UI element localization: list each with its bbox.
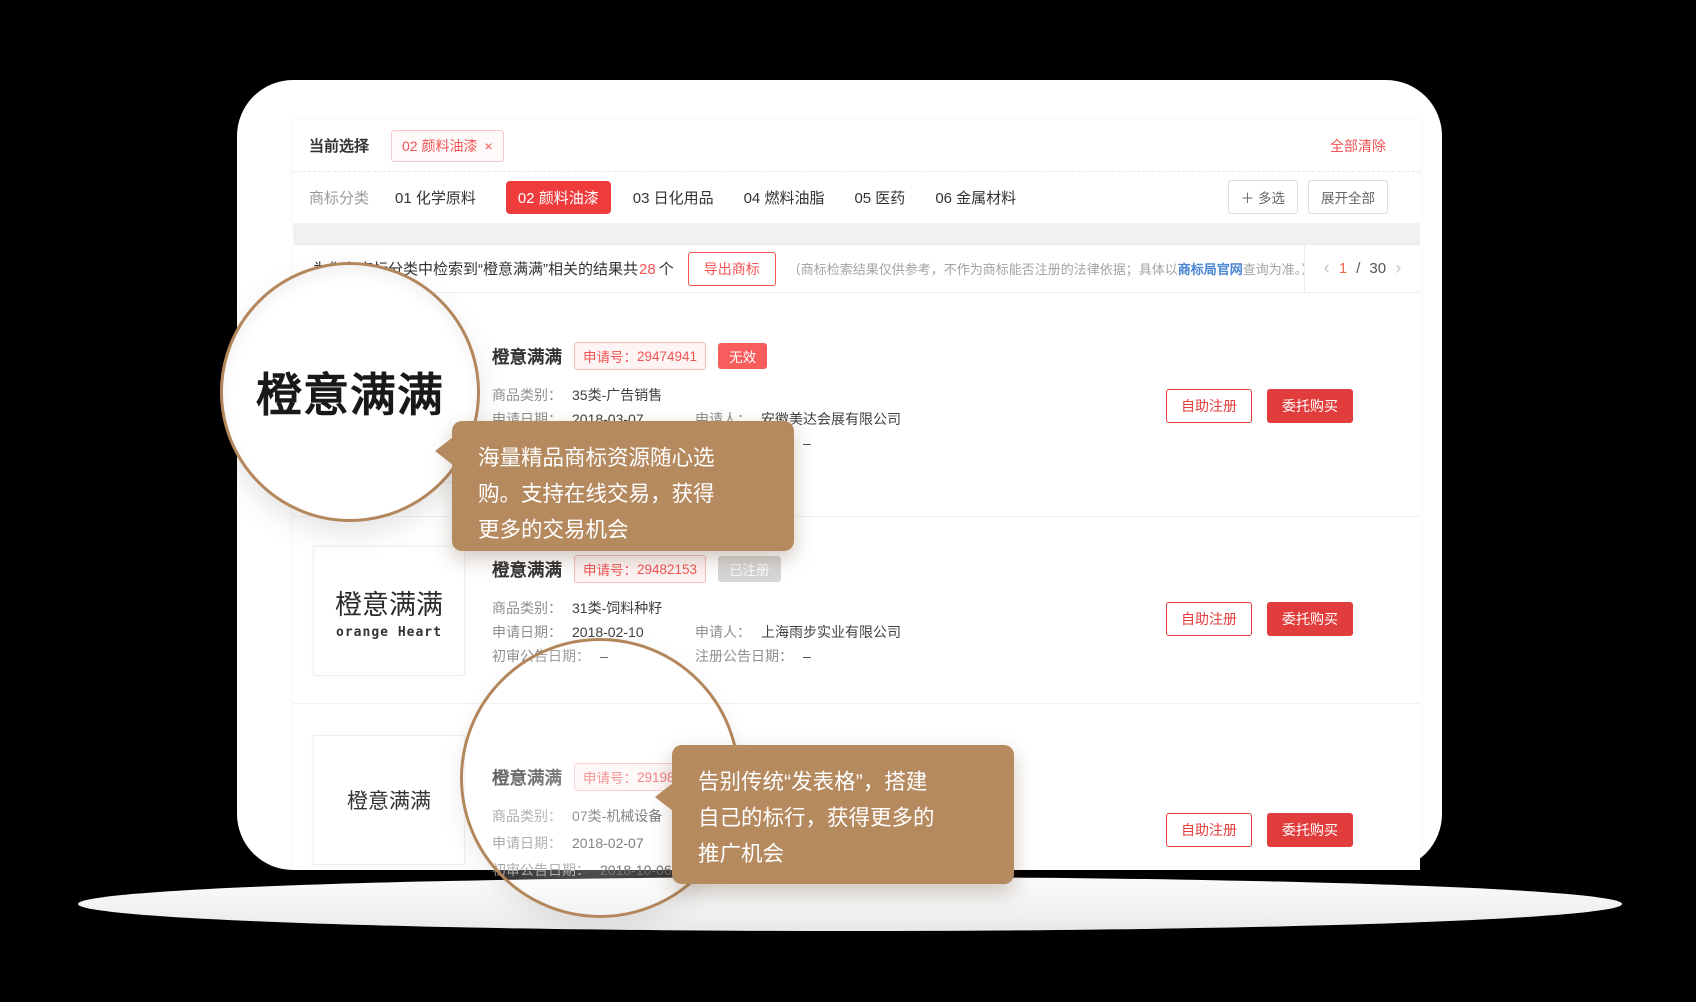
clear-all-button[interactable]: 全部清除	[1330, 136, 1386, 156]
results-count: 28	[639, 261, 656, 278]
magnifier-bubble-trademark: 橙意满满	[220, 262, 480, 522]
field-value: 上海雨步实业有限公司	[761, 624, 901, 640]
detail-field: 注册公告日期：–	[695, 646, 811, 670]
entrust-buy-button[interactable]: 委托购买	[1267, 389, 1353, 423]
trademark-image-text: 橙意满满	[335, 583, 443, 622]
current-page: 1	[1339, 260, 1347, 277]
disclaimer-suffix: 查询为准。）	[1243, 262, 1304, 277]
callout-line: 推广机会	[698, 836, 988, 872]
prev-page-icon[interactable]: ‹	[1324, 259, 1330, 278]
callout-promotion: 告别传统“发表格”，搭建 自己的标行，获得更多的 推广机会	[672, 745, 1014, 884]
disclaimer-text: （商标检索结果仅供参考，不作为商标能否注册的法律依据；具体以商标局官网查询为准。…	[788, 259, 1304, 278]
multi-select-button[interactable]: ＋ 多选	[1228, 180, 1298, 214]
application-number-value: 29474941	[637, 349, 697, 364]
total-pages: 30	[1369, 260, 1386, 277]
row-actions: 自助注册 委托购买	[1166, 602, 1353, 636]
callout-arrow-icon	[655, 783, 673, 811]
filter-card: 当前选择 02 颜料油漆 × 全部清除 商标分类 01 化学原料 02 颜料油漆 …	[293, 120, 1420, 223]
detail-field: 申请人： 上海雨步实业有限公司	[695, 622, 901, 646]
magnified-trademark-text: 橙意满满	[256, 359, 444, 425]
category-05[interactable]: 05 医药	[854, 187, 905, 208]
category-04[interactable]: 04 燃料油脂	[744, 187, 825, 208]
pagination: ‹ 1 / 30 ›	[1304, 245, 1420, 292]
field-label: 商品类别：	[492, 387, 562, 403]
callout-line: 自己的标行，获得更多的	[698, 800, 988, 836]
expand-all-button[interactable]: 展开全部	[1308, 180, 1388, 214]
summary-suffix: 个	[659, 261, 674, 278]
selected-filter-tag[interactable]: 02 颜料油漆 ×	[391, 130, 504, 162]
current-selection-label: 当前选择	[309, 135, 369, 156]
status-badge: 已注册	[718, 556, 781, 582]
current-selection-row: 当前选择 02 颜料油漆 × 全部清除	[293, 120, 1420, 172]
row-actions: 自助注册 委托购买	[1166, 389, 1353, 423]
application-number-tag: 申请号：29482153	[574, 555, 706, 583]
field-value: –	[803, 435, 811, 451]
application-number-label: 申请号：	[583, 559, 637, 579]
category-06[interactable]: 06 金属材料	[935, 187, 1016, 208]
disclaimer-prefix: （商标检索结果仅供参考，不作为商标能否注册的法律依据；具体以	[788, 262, 1178, 277]
category-01[interactable]: 01 化学原料	[395, 187, 476, 208]
field-value: 35类-广告销售	[572, 387, 662, 403]
field-label: 注册公告日期：	[695, 648, 793, 664]
application-number-label: 申请号：	[583, 346, 637, 366]
selected-filter-tag-text: 02 颜料油漆	[402, 136, 477, 156]
results-header: 为您在商标分类中检索到“橙意满满”相关的结果共28个 导出商标 （商标检索结果仅…	[293, 245, 1420, 293]
result-title-line: 橙意满满 申请号：29474941 无效	[492, 343, 1160, 369]
export-trademarks-button[interactable]: 导出商标	[688, 252, 776, 286]
result-details: 橙意满满 申请号：29482153 已注册 商品类别：31类-饲料种籽 申请日期…	[492, 556, 1160, 598]
entrust-buy-button[interactable]: 委托购买	[1267, 602, 1353, 636]
trademark-office-link[interactable]: 商标局官网	[1178, 262, 1243, 277]
result-title-line: 橙意满满 申请号：29482153 已注册	[492, 556, 1160, 582]
callout-line: 告别传统“发表格”，搭建	[698, 764, 988, 800]
result-details: 橙意满满 申请号：29474941 无效 商品类别：35类-广告销售 申请日期：…	[492, 343, 1160, 385]
trademark-name[interactable]: 橙意满满	[492, 344, 562, 369]
category-02-active[interactable]: 02 颜料油漆	[506, 181, 611, 214]
entrust-buy-button[interactable]: 委托购买	[1267, 813, 1353, 847]
trademark-name[interactable]: 橙意满满	[492, 557, 562, 582]
category-row: 商标分类 01 化学原料 02 颜料油漆 03 日化用品 04 燃料油脂 05 …	[293, 172, 1420, 222]
callout-trade-resources: 海量精品商标资源随心选 购。支持在线交易，获得 更多的交易机会	[452, 421, 794, 551]
window-pedestal-shadow	[78, 877, 1622, 931]
callout-line: 更多的交易机会	[478, 512, 768, 548]
field-label: 商品类别：	[492, 600, 562, 616]
self-register-button[interactable]: 自助注册	[1166, 602, 1252, 636]
card-gap	[293, 223, 1420, 245]
trademark-image-caption: orange Heart	[336, 625, 442, 640]
remove-tag-icon[interactable]: ×	[484, 138, 492, 154]
category-tools: ＋ 多选 展开全部	[1228, 180, 1388, 214]
next-page-icon[interactable]: ›	[1395, 259, 1401, 278]
application-number-tag: 申请号：29474941	[574, 342, 706, 370]
callout-arrow-icon	[435, 437, 453, 465]
callout-line: 购。支持在线交易，获得	[478, 476, 768, 512]
trademark-image-text: 橙意满满	[347, 785, 431, 815]
detail-field: 商品类别： 31类-饲料种籽	[492, 598, 662, 622]
detail-field: 商品类别： 35类-广告销售	[492, 385, 662, 409]
trademark-image[interactable]: 橙意满满	[313, 735, 465, 865]
status-badge: 无效	[718, 343, 767, 369]
field-label: 申请日期：	[492, 624, 562, 640]
field-label: 申请人：	[695, 624, 751, 640]
self-register-button[interactable]: 自助注册	[1166, 389, 1252, 423]
field-value: 31类-饲料种籽	[572, 600, 662, 616]
application-number-value: 29482153	[637, 562, 697, 577]
trademark-image[interactable]: 橙意满满 orange Heart	[313, 546, 465, 676]
screenshot-canvas: 当前选择 02 颜料油漆 × 全部清除 商标分类 01 化学原料 02 颜料油漆 …	[0, 0, 1696, 1002]
category-row-label: 商标分类	[309, 187, 369, 208]
field-value: –	[803, 648, 811, 664]
category-03[interactable]: 03 日化用品	[633, 187, 714, 208]
callout-line: 海量精品商标资源随心选	[478, 440, 768, 476]
page-separator: /	[1356, 260, 1360, 277]
self-register-button[interactable]: 自助注册	[1166, 813, 1252, 847]
row-actions: 自助注册 委托购买	[1166, 813, 1353, 847]
